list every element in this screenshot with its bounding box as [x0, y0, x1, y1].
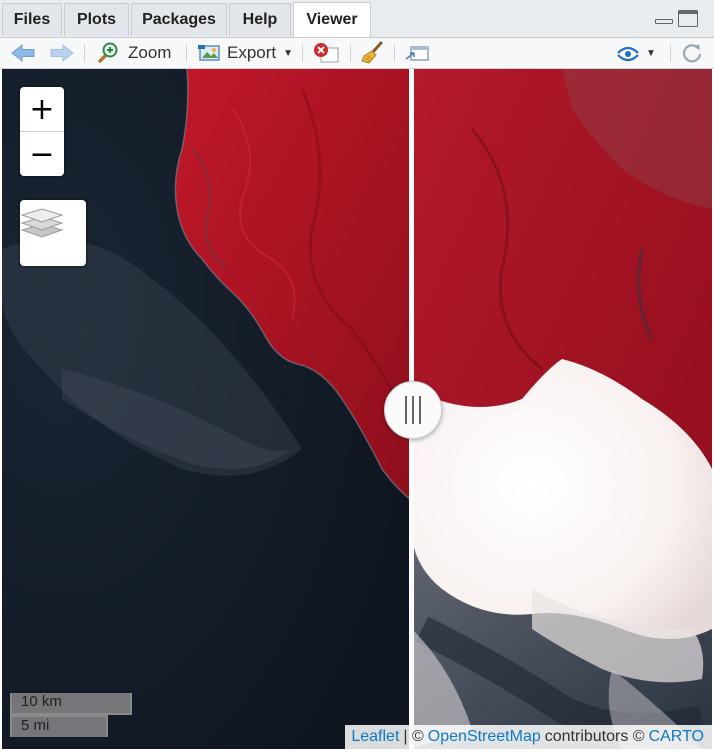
refresh-button[interactable] — [681, 38, 703, 68]
export-image-icon — [198, 45, 220, 61]
toolbar-separator — [186, 44, 187, 62]
zoom-in-button[interactable]: + — [20, 87, 64, 131]
maximize-pane-button[interactable] — [678, 10, 698, 27]
tab-plots[interactable]: Plots — [64, 3, 129, 36]
map-attribution: Leaflet | © OpenStreetMap contributors ©… — [345, 725, 712, 749]
arrow-right-icon — [50, 43, 74, 63]
leaflet-map[interactable]: + − 10 km 5 mi Leaflet | © OpenStreetMap… — [2, 69, 712, 749]
toolbar-separator — [670, 44, 671, 62]
leaflet-link[interactable]: Leaflet — [351, 728, 399, 746]
tab-plots-label: Plots — [76, 11, 117, 28]
layers-control-button[interactable] — [20, 200, 86, 266]
toolbar-separator — [350, 44, 351, 62]
layers-icon — [20, 208, 64, 238]
zoom-button-label: Zoom — [128, 43, 172, 62]
zoom-button[interactable]: Zoom — [96, 38, 171, 68]
popout-window-icon — [405, 46, 429, 61]
grip-line — [412, 396, 414, 424]
tab-viewer[interactable]: Viewer — [293, 2, 371, 37]
zoom-control: + − — [20, 87, 64, 176]
scale-bar-mi: 5 mi — [10, 715, 108, 737]
tab-packages[interactable]: Packages — [131, 3, 227, 36]
tab-files[interactable]: Files — [2, 3, 62, 36]
toolbar-separator — [394, 44, 395, 62]
forward-button[interactable] — [49, 38, 75, 68]
toolbar-separator — [84, 44, 85, 62]
tab-help-label: Help — [242, 11, 278, 28]
grip-line — [419, 396, 421, 424]
tab-help[interactable]: Help — [229, 3, 291, 36]
export-menu-button[interactable]: Export ▼ — [197, 38, 293, 68]
zoom-magnifier-icon — [98, 42, 118, 63]
grip-line — [405, 396, 407, 424]
dropdown-caret-icon: ▼ — [283, 47, 294, 59]
export-button-label: Export — [227, 43, 277, 62]
sync-icon — [617, 46, 639, 62]
attribution-separator: | © — [403, 728, 424, 745]
tab-packages-label: Packages — [142, 11, 216, 28]
carto-link[interactable]: CARTO — [649, 728, 704, 746]
openstreetmap-link[interactable]: OpenStreetMap — [428, 728, 541, 746]
attribution-contributors: contributors © — [544, 728, 645, 745]
tab-files-label: Files — [13, 11, 51, 28]
viewer-toolbar: Zoom Export ▼ ▼ — [0, 38, 714, 69]
remove-viewer-button[interactable] — [312, 38, 340, 68]
sync-menu-button[interactable]: ▼ — [614, 38, 656, 68]
remove-current-icon — [314, 43, 339, 63]
right-imagery-layer — [412, 69, 712, 749]
swipe-handle[interactable] — [384, 381, 442, 439]
show-in-window-button[interactable] — [404, 38, 430, 68]
tab-viewer-label: Viewer — [306, 11, 358, 28]
satellite-imagery — [2, 69, 712, 749]
dropdown-caret-icon: ▼ — [646, 47, 656, 59]
refresh-icon — [682, 44, 702, 63]
scale-bar-km: 10 km — [10, 693, 132, 715]
back-button[interactable] — [10, 38, 36, 68]
arrow-left-icon — [11, 43, 35, 63]
minimize-pane-button[interactable] — [654, 10, 674, 26]
broom-icon — [361, 41, 383, 64]
zoom-out-button[interactable]: − — [20, 132, 64, 176]
toolbar-separator — [302, 44, 303, 62]
pane-tabbar: Files Plots Packages Help Viewer — [0, 0, 714, 38]
clear-all-button[interactable] — [361, 38, 385, 68]
